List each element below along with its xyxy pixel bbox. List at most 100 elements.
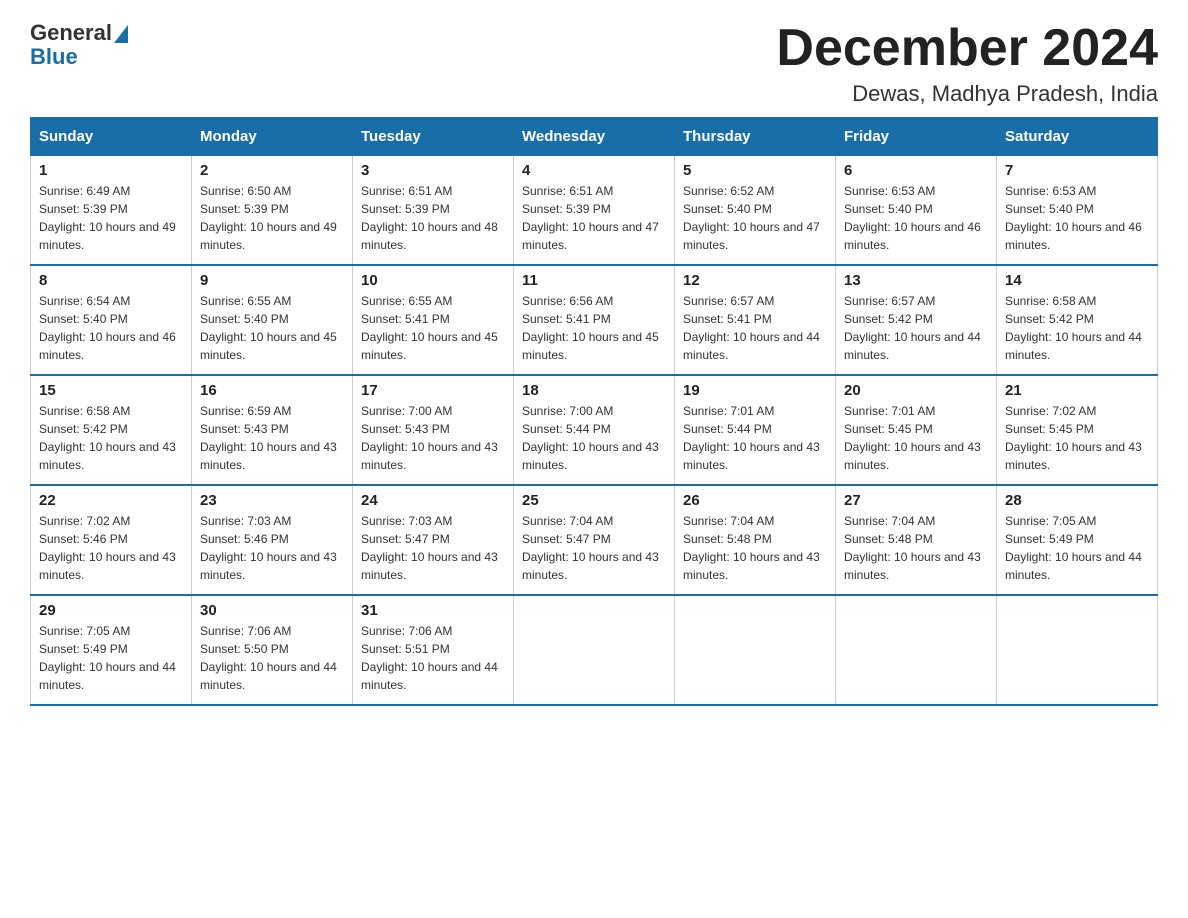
day-info: Sunrise: 6:59 AMSunset: 5:43 PMDaylight:… <box>200 402 344 474</box>
day-info: Sunrise: 6:53 AMSunset: 5:40 PMDaylight:… <box>1005 182 1149 254</box>
calendar-table: SundayMondayTuesdayWednesdayThursdayFrid… <box>30 117 1158 706</box>
day-number: 13 <box>844 272 988 289</box>
day-info: Sunrise: 7:00 AMSunset: 5:43 PMDaylight:… <box>361 402 505 474</box>
day-info: Sunrise: 7:02 AMSunset: 5:45 PMDaylight:… <box>1005 402 1149 474</box>
calendar-cell: 12 Sunrise: 6:57 AMSunset: 5:41 PMDayligh… <box>675 265 836 375</box>
header-wednesday: Wednesday <box>514 118 675 156</box>
day-number: 14 <box>1005 272 1149 289</box>
day-info: Sunrise: 7:06 AMSunset: 5:51 PMDaylight:… <box>361 622 505 694</box>
header-monday: Monday <box>192 118 353 156</box>
calendar-cell: 18Sunrise: 7:00 AMSunset: 5:44 PMDayligh… <box>514 375 675 485</box>
day-info: Sunrise: 6:49 AMSunset: 5:39 PMDaylight:… <box>39 182 183 254</box>
day-number: 28 <box>1005 492 1149 509</box>
day-number: 31 <box>361 602 505 619</box>
calendar-cell: 31 Sunrise: 7:06 AMSunset: 5:51 PMDayligh… <box>353 595 514 705</box>
day-info: Sunrise: 7:02 AMSunset: 5:46 PMDaylight:… <box>39 512 183 584</box>
day-info: Sunrise: 7:03 AMSunset: 5:46 PMDaylight:… <box>200 512 344 584</box>
calendar-cell: 11 Sunrise: 6:56 AMSunset: 5:41 PMDayligh… <box>514 265 675 375</box>
calendar-cell: 7 Sunrise: 6:53 AMSunset: 5:40 PMDaylight… <box>997 156 1158 266</box>
day-number: 5 <box>683 162 827 179</box>
day-info: Sunrise: 6:51 AMSunset: 5:39 PMDaylight:… <box>361 182 505 254</box>
calendar-cell: 27 Sunrise: 7:04 AMSunset: 5:48 PMDayligh… <box>836 485 997 595</box>
calendar-subtitle: Dewas, Madhya Pradesh, India <box>776 81 1158 107</box>
calendar-cell: 28 Sunrise: 7:05 AMSunset: 5:49 PMDayligh… <box>997 485 1158 595</box>
calendar-cell: 14 Sunrise: 6:58 AMSunset: 5:42 PMDayligh… <box>997 265 1158 375</box>
day-info: Sunrise: 6:57 AMSunset: 5:42 PMDaylight:… <box>844 292 988 364</box>
calendar-cell: 8 Sunrise: 6:54 AMSunset: 5:40 PMDaylight… <box>31 265 192 375</box>
calendar-cell: 2Sunrise: 6:50 AMSunset: 5:39 PMDaylight… <box>192 156 353 266</box>
day-number: 4 <box>522 162 666 179</box>
calendar-cell: 3 Sunrise: 6:51 AMSunset: 5:39 PMDaylight… <box>353 156 514 266</box>
header-friday: Friday <box>836 118 997 156</box>
calendar-cell <box>997 595 1158 705</box>
day-info: Sunrise: 7:06 AMSunset: 5:50 PMDaylight:… <box>200 622 344 694</box>
day-number: 11 <box>522 272 666 289</box>
calendar-cell: 29Sunrise: 7:05 AMSunset: 5:49 PMDayligh… <box>31 595 192 705</box>
day-number: 24 <box>361 492 505 509</box>
calendar-cell: 5Sunrise: 6:52 AMSunset: 5:40 PMDaylight… <box>675 156 836 266</box>
day-number: 17 <box>361 382 505 399</box>
day-info: Sunrise: 6:54 AMSunset: 5:40 PMDaylight:… <box>39 292 183 364</box>
calendar-week-row: 29Sunrise: 7:05 AMSunset: 5:49 PMDayligh… <box>31 595 1158 705</box>
day-number: 12 <box>683 272 827 289</box>
page-header: General Blue December 2024 Dewas, Madhya… <box>30 20 1158 107</box>
day-info: Sunrise: 6:51 AMSunset: 5:39 PMDaylight:… <box>522 182 666 254</box>
day-info: Sunrise: 6:55 AMSunset: 5:41 PMDaylight:… <box>361 292 505 364</box>
calendar-week-row: 22 Sunrise: 7:02 AMSunset: 5:46 PMDayligh… <box>31 485 1158 595</box>
day-number: 21 <box>1005 382 1149 399</box>
header-thursday: Thursday <box>675 118 836 156</box>
header-tuesday: Tuesday <box>353 118 514 156</box>
day-number: 9 <box>200 272 344 289</box>
day-number: 27 <box>844 492 988 509</box>
calendar-week-row: 15Sunrise: 6:58 AMSunset: 5:42 PMDayligh… <box>31 375 1158 485</box>
logo-blue-text: Blue <box>30 44 78 70</box>
calendar-cell: 6Sunrise: 6:53 AMSunset: 5:40 PMDaylight… <box>836 156 997 266</box>
calendar-cell: 23 Sunrise: 7:03 AMSunset: 5:46 PMDayligh… <box>192 485 353 595</box>
calendar-cell: 1 Sunrise: 6:49 AMSunset: 5:39 PMDaylight… <box>31 156 192 266</box>
calendar-cell: 21 Sunrise: 7:02 AMSunset: 5:45 PMDayligh… <box>997 375 1158 485</box>
calendar-cell: 9 Sunrise: 6:55 AMSunset: 5:40 PMDaylight… <box>192 265 353 375</box>
day-info: Sunrise: 6:56 AMSunset: 5:41 PMDaylight:… <box>522 292 666 364</box>
day-info: Sunrise: 6:57 AMSunset: 5:41 PMDaylight:… <box>683 292 827 364</box>
calendar-cell: 13 Sunrise: 6:57 AMSunset: 5:42 PMDayligh… <box>836 265 997 375</box>
calendar-cell: 24 Sunrise: 7:03 AMSunset: 5:47 PMDayligh… <box>353 485 514 595</box>
day-number: 10 <box>361 272 505 289</box>
calendar-cell: 10 Sunrise: 6:55 AMSunset: 5:41 PMDayligh… <box>353 265 514 375</box>
calendar-cell <box>836 595 997 705</box>
calendar-title: December 2024 <box>776 20 1158 77</box>
day-info: Sunrise: 7:04 AMSunset: 5:48 PMDaylight:… <box>844 512 988 584</box>
day-number: 20 <box>844 382 988 399</box>
logo-arrow-icon <box>114 25 128 43</box>
calendar-cell: 22 Sunrise: 7:02 AMSunset: 5:46 PMDayligh… <box>31 485 192 595</box>
calendar-cell: 16 Sunrise: 6:59 AMSunset: 5:43 PMDayligh… <box>192 375 353 485</box>
calendar-cell: 20 Sunrise: 7:01 AMSunset: 5:45 PMDayligh… <box>836 375 997 485</box>
day-number: 15 <box>39 382 183 399</box>
day-number: 30 <box>200 602 344 619</box>
day-info: Sunrise: 6:53 AMSunset: 5:40 PMDaylight:… <box>844 182 988 254</box>
day-info: Sunrise: 7:03 AMSunset: 5:47 PMDaylight:… <box>361 512 505 584</box>
day-number: 1 <box>39 162 183 179</box>
day-number: 26 <box>683 492 827 509</box>
day-number: 16 <box>200 382 344 399</box>
day-info: Sunrise: 7:05 AMSunset: 5:49 PMDaylight:… <box>1005 512 1149 584</box>
day-number: 8 <box>39 272 183 289</box>
day-number: 25 <box>522 492 666 509</box>
day-info: Sunrise: 6:55 AMSunset: 5:40 PMDaylight:… <box>200 292 344 364</box>
day-info: Sunrise: 6:50 AMSunset: 5:39 PMDaylight:… <box>200 182 344 254</box>
logo: General Blue <box>30 20 128 70</box>
day-number: 23 <box>200 492 344 509</box>
day-number: 3 <box>361 162 505 179</box>
day-info: Sunrise: 7:01 AMSunset: 5:44 PMDaylight:… <box>683 402 827 474</box>
calendar-week-row: 1 Sunrise: 6:49 AMSunset: 5:39 PMDaylight… <box>31 156 1158 266</box>
day-number: 29 <box>39 602 183 619</box>
day-number: 7 <box>1005 162 1149 179</box>
day-info: Sunrise: 7:01 AMSunset: 5:45 PMDaylight:… <box>844 402 988 474</box>
calendar-week-row: 8 Sunrise: 6:54 AMSunset: 5:40 PMDaylight… <box>31 265 1158 375</box>
calendar-cell: 17 Sunrise: 7:00 AMSunset: 5:43 PMDayligh… <box>353 375 514 485</box>
day-info: Sunrise: 7:04 AMSunset: 5:48 PMDaylight:… <box>683 512 827 584</box>
day-number: 22 <box>39 492 183 509</box>
day-info: Sunrise: 7:00 AMSunset: 5:44 PMDaylight:… <box>522 402 666 474</box>
day-info: Sunrise: 6:58 AMSunset: 5:42 PMDaylight:… <box>1005 292 1149 364</box>
header-sunday: Sunday <box>31 118 192 156</box>
calendar-cell: 25Sunrise: 7:04 AMSunset: 5:47 PMDayligh… <box>514 485 675 595</box>
